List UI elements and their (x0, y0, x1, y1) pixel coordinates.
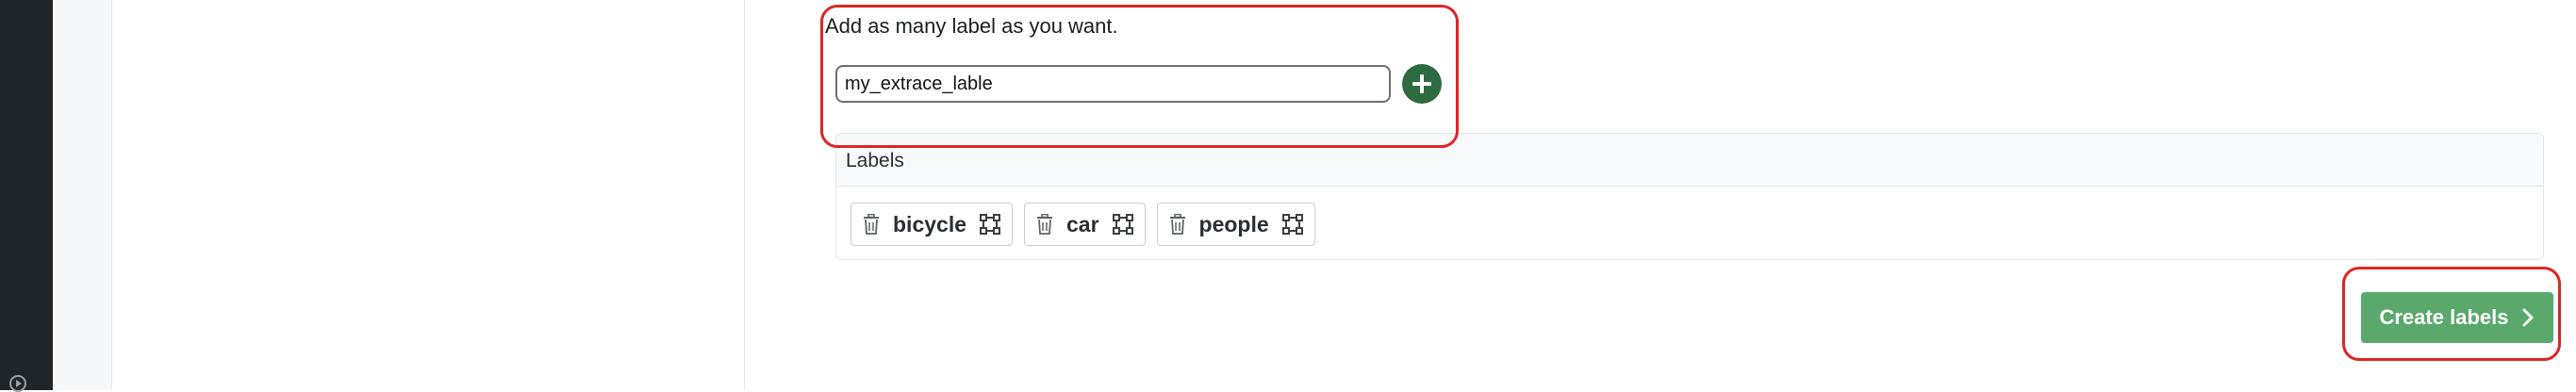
label-chip-text: car (1066, 211, 1099, 237)
chevron-right-icon (2522, 308, 2534, 327)
label-chip-bicycle: bicycle (850, 203, 1013, 246)
left-rail (0, 0, 53, 392)
label-name-input[interactable] (835, 65, 1391, 103)
trash-icon[interactable] (1169, 214, 1186, 235)
instruction-text: Add as many label as you want. (825, 14, 1118, 38)
bounding-box-icon[interactable] (1112, 214, 1133, 235)
add-label-button[interactable] (1402, 64, 1442, 104)
label-chip-car: car (1024, 203, 1146, 246)
labels-panel: Labels bicycle car people (835, 133, 2544, 260)
label-chip-text: bicycle (893, 211, 966, 237)
label-chip-people: people (1156, 203, 1315, 246)
bounding-box-icon[interactable] (980, 214, 1000, 235)
plus-icon (1412, 74, 1431, 93)
trash-icon[interactable] (1036, 214, 1053, 235)
label-chip-text: people (1198, 211, 1269, 237)
side-panel (112, 0, 745, 390)
create-labels-label: Create labels (2379, 305, 2509, 329)
label-chip-list: bicycle car people (850, 203, 1315, 246)
labels-panel-title: Labels (836, 134, 2543, 187)
bounding-box-icon[interactable] (1281, 214, 1303, 235)
trash-icon[interactable] (863, 214, 880, 235)
play-icon[interactable] (9, 375, 26, 392)
nav-gutter (53, 0, 112, 390)
create-labels-button[interactable]: Create labels (2361, 292, 2553, 343)
